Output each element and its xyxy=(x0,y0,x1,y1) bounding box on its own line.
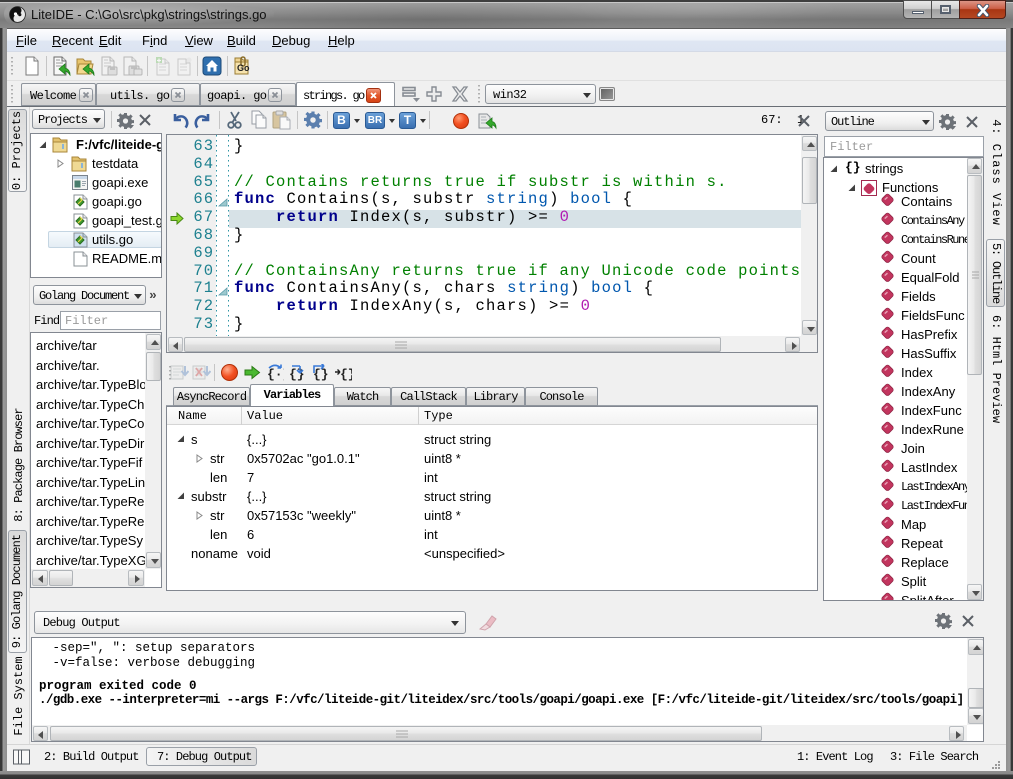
svg-text:{}: {} xyxy=(313,367,328,382)
svg-text:Go: Go xyxy=(237,63,250,73)
svg-text:{}: {} xyxy=(289,367,305,382)
svg-text:{}: {} xyxy=(340,367,352,382)
svg-text:{·}: {·} xyxy=(267,367,284,382)
